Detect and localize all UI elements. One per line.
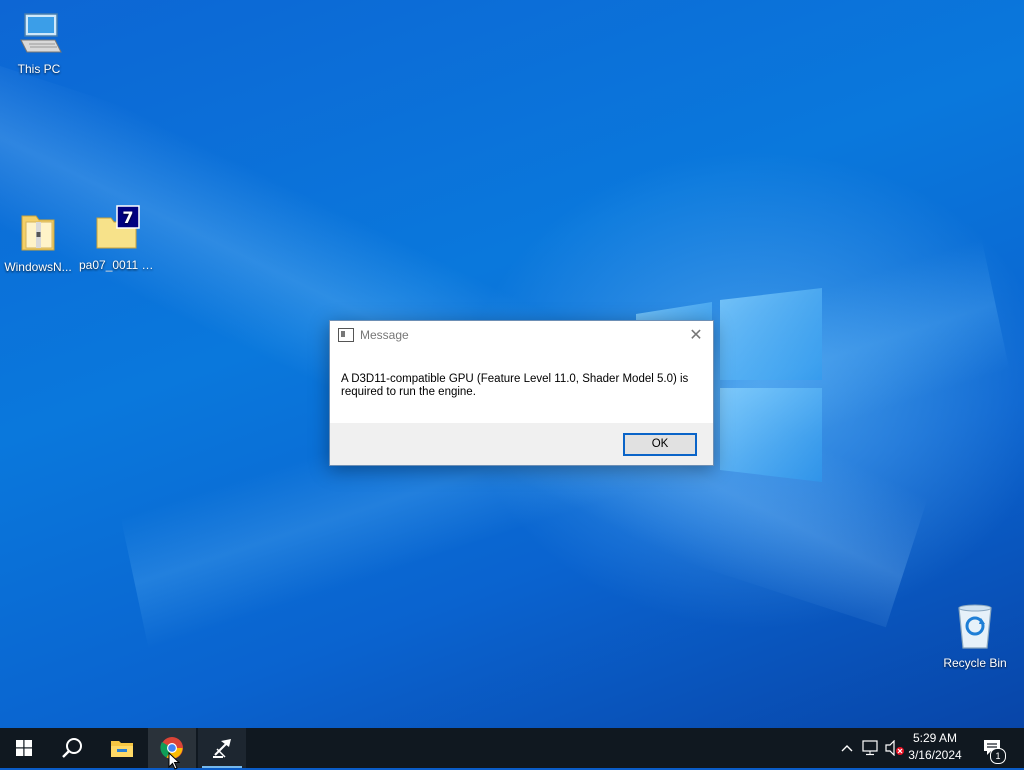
file-explorer-icon: [111, 741, 133, 757]
search-button[interactable]: [48, 728, 96, 768]
ok-button[interactable]: OK: [623, 433, 697, 456]
desktop: This PC WindowsN... 7 pa07_0011 (1) Recy…: [0, 0, 1024, 728]
volume-muted-icon: [885, 740, 904, 756]
taskbar-file-explorer[interactable]: [98, 728, 146, 768]
action-center-button[interactable]: 1: [978, 728, 1008, 768]
taskbar-running-app[interactable]: [198, 728, 246, 768]
start-icon: [16, 740, 32, 756]
start-button[interactable]: [0, 728, 48, 768]
computer-icon: [20, 13, 62, 53]
svg-text:7: 7: [122, 208, 133, 227]
desktop-icon-pa07-0011[interactable]: 7 pa07_0011 (1): [79, 204, 155, 272]
dialog-title: Message: [360, 328, 409, 342]
taskbar-chrome[interactable]: [148, 728, 196, 770]
desktop-icon-label: Recycle Bin: [943, 656, 1007, 670]
desktop-icon-recycle-bin[interactable]: Recycle Bin: [937, 602, 1013, 670]
notification-count-badge: 1: [990, 748, 1006, 764]
mouse-cursor-icon: [168, 752, 180, 770]
message-dialog: Message ✕ A D3D11-compatible GPU (Featur…: [329, 320, 714, 466]
dialog-message: A D3D11-compatible GPU (Feature Level 11…: [330, 349, 713, 423]
7zip-archive-icon: 7: [96, 205, 140, 249]
desktop-icon-label: WindowsN...: [4, 260, 72, 274]
dialog-footer: OK: [330, 423, 713, 465]
desktop-icon-label: pa07_0011 (1): [79, 258, 155, 272]
app-icon: [213, 739, 231, 758]
recycle-bin-icon: [958, 604, 992, 649]
desktop-icon-this-pc[interactable]: This PC: [1, 8, 77, 76]
window-icon: [338, 328, 354, 342]
zip-folder-icon: [21, 215, 55, 251]
desktop-icon-windowsn[interactable]: WindowsN...: [0, 206, 76, 274]
taskbar-clock[interactable]: 5:29 AM 3/16/2024: [904, 730, 966, 764]
taskbar: 5:29 AM 3/16/2024 1: [0, 728, 1024, 770]
network-icon: [862, 740, 878, 756]
clock-time: 5:29 AM: [912, 731, 958, 745]
volume-button[interactable]: [884, 728, 906, 768]
show-hidden-icons-button[interactable]: [836, 728, 858, 768]
search-icon: [62, 738, 82, 758]
dialog-message-line: A D3D11-compatible GPU (Feature Level 11…: [341, 373, 689, 385]
dialog-message-line: required to run the engine.: [341, 386, 476, 398]
desktop-icon-label: This PC: [17, 62, 61, 76]
network-button[interactable]: [860, 728, 882, 768]
close-button[interactable]: ✕: [685, 325, 707, 345]
clock-date: 3/16/2024: [908, 748, 962, 762]
chevron-up-icon: [841, 745, 853, 752]
dialog-titlebar[interactable]: Message: [330, 321, 713, 349]
